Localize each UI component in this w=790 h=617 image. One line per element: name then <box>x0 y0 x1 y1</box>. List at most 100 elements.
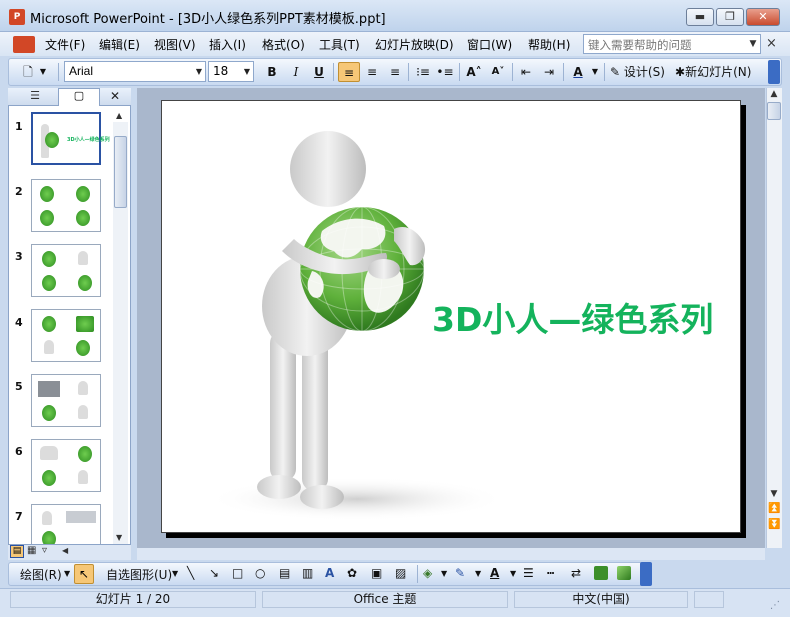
chevron-down-icon[interactable]: ▼ <box>510 569 516 578</box>
menu-insert[interactable]: 插入(I) <box>209 36 246 53</box>
editor-vertical-scrollbar[interactable] <box>766 88 782 548</box>
close-window-button[interactable]: ✕ <box>746 8 780 26</box>
new-document-icon[interactable]: 🗋 <box>18 62 38 82</box>
next-slide-icon[interactable]: ⏬ <box>768 519 780 530</box>
italic-button[interactable]: I <box>286 62 306 82</box>
menu-slideshow[interactable]: 幻灯片放映(D) <box>375 36 454 53</box>
chevron-down-icon[interactable]: ▼ <box>475 569 481 578</box>
new-slide-button[interactable]: ✱新幻灯片(N) <box>675 62 765 82</box>
increase-font-icon[interactable]: A˄ <box>463 62 485 82</box>
menu-help[interactable]: 帮助(H) <box>528 36 570 53</box>
scroll-down-icon[interactable]: ▼ <box>768 489 780 499</box>
oval-icon[interactable]: ○ <box>255 566 265 580</box>
line-color-icon[interactable]: ✎ <box>455 566 465 580</box>
insert-picture-icon[interactable]: ▨ <box>395 566 406 580</box>
previous-slide-icon[interactable]: ⏫ <box>768 503 780 514</box>
slide-number: 2 <box>15 185 23 198</box>
line-icon[interactable]: ╲ <box>187 566 194 580</box>
menu-tools[interactable]: 工具(T) <box>319 36 360 53</box>
slides-pane-scroll-thumb[interactable] <box>114 136 127 208</box>
slide-thumbnail-6[interactable] <box>31 439 101 492</box>
toolbar-options-button[interactable] <box>640 562 652 586</box>
design-label: 设计(S) <box>623 65 665 79</box>
editor-scroll-thumb[interactable] <box>767 102 781 120</box>
close-document-button[interactable]: × <box>766 36 777 51</box>
toolbar-options-button[interactable] <box>768 60 780 84</box>
chevron-down-icon[interactable]: ▼ <box>441 569 447 578</box>
normal-view-icon[interactable]: ▤ <box>10 545 24 558</box>
decrease-font-icon[interactable]: A˅ <box>487 62 509 82</box>
increase-indent-icon[interactable]: ⇥ <box>539 62 559 82</box>
slide-thumbnail-2[interactable] <box>31 179 101 232</box>
slide-number: 7 <box>15 510 23 523</box>
diagram-icon[interactable]: ✿ <box>347 566 357 580</box>
editor-horizontal-scrollbar[interactable] <box>137 548 765 560</box>
font-color-button[interactable]: A <box>568 62 588 82</box>
rectangle-icon[interactable]: □ <box>232 566 243 580</box>
chevron-down-icon[interactable]: ▼ <box>241 62 253 81</box>
toolbar-separator <box>604 63 605 81</box>
tab-outline[interactable]: ☰ <box>12 89 58 105</box>
chevron-down-icon[interactable]: ▼ <box>38 62 48 82</box>
fill-color-icon[interactable]: ◈ <box>423 566 432 580</box>
underline-button[interactable]: U <box>309 62 329 82</box>
scroll-down-icon[interactable]: ▼ <box>116 533 122 542</box>
menu-view[interactable]: 视图(V) <box>154 36 196 53</box>
align-left-icon[interactable]: ≡ <box>338 62 360 82</box>
document-icon[interactable] <box>13 36 35 53</box>
chevron-down-icon[interactable]: ▼ <box>64 569 70 578</box>
close-pane-button[interactable]: ✕ <box>110 89 120 103</box>
decrease-indent-icon[interactable]: ⇤ <box>516 62 536 82</box>
figure-icon <box>42 470 56 486</box>
textbox-icon[interactable]: ▤ <box>279 566 290 580</box>
restore-button[interactable]: ❐ <box>716 8 744 26</box>
scroll-up-icon[interactable]: ▲ <box>116 111 122 120</box>
slide-thumbnail-4[interactable] <box>31 309 101 362</box>
chevron-down-icon[interactable]: ▼ <box>590 62 600 82</box>
3d-style-icon[interactable] <box>617 566 631 580</box>
dash-style-icon[interactable]: ┅ <box>547 566 554 580</box>
tab-slides[interactable]: ▢ <box>58 88 100 106</box>
chevron-down-icon[interactable]: ▼ <box>193 62 205 81</box>
slideshow-icon[interactable]: ▿ <box>42 545 47 556</box>
shadow-style-icon[interactable] <box>594 566 608 580</box>
clipart-icon[interactable]: ▣ <box>371 566 382 580</box>
bullets-icon[interactable]: •≡ <box>435 62 455 82</box>
slide-thumbnail-7[interactable] <box>31 504 101 547</box>
toolbar-separator <box>512 63 513 81</box>
font-name-select[interactable]: Arial <box>64 61 206 82</box>
slide-thumbnail-3[interactable] <box>31 244 101 297</box>
design-icon: ✎ <box>610 65 621 79</box>
slide-thumbnail-1[interactable]: 3D小人—绿色系列 <box>31 112 110 165</box>
select-objects-icon[interactable]: ↖ <box>74 564 94 584</box>
slide-thumbnail-5[interactable] <box>31 374 101 427</box>
menu-format[interactable]: 格式(O) <box>262 36 305 53</box>
powerpoint-app-icon[interactable]: P <box>9 9 25 25</box>
chevron-down-icon[interactable]: ▼ <box>172 569 178 578</box>
minimize-button[interactable]: ▬ <box>686 8 714 26</box>
chevron-down-icon[interactable]: ▼ <box>747 35 759 53</box>
scroll-up-icon[interactable]: ▲ <box>768 89 780 99</box>
arrow-icon[interactable]: ↘ <box>209 566 219 580</box>
menu-window[interactable]: 窗口(W) <box>467 36 512 53</box>
numbering-icon[interactable]: ⁝≡ <box>413 62 433 82</box>
font-color-icon[interactable]: A <box>490 566 499 580</box>
arrow-style-icon[interactable]: ⇄ <box>571 566 581 580</box>
help-search-input[interactable]: 键入需要帮助的问题 <box>583 34 761 54</box>
vertical-textbox-icon[interactable]: ▥ <box>302 566 313 580</box>
align-center-icon[interactable]: ≡ <box>362 62 382 82</box>
slide-sorter-icon[interactable]: ▦ <box>27 545 36 556</box>
menu-edit[interactable]: 编辑(E) <box>99 36 140 53</box>
menu-file[interactable]: 文件(F) <box>45 36 85 53</box>
line-style-icon[interactable]: ☰ <box>523 566 534 580</box>
bold-button[interactable]: B <box>262 62 282 82</box>
slide-title[interactable]: 3D小人—绿色系列 <box>432 293 713 341</box>
wordart-icon[interactable]: A <box>325 566 334 580</box>
design-button[interactable]: ✎ 设计(S) <box>610 62 670 82</box>
scroll-left-icon[interactable]: ◀ <box>62 546 68 555</box>
resize-grip-icon[interactable]: ⋰ <box>770 600 780 611</box>
figure-icon <box>76 340 90 356</box>
draw-menu-button[interactable]: 绘图(R) <box>20 566 62 583</box>
align-right-icon[interactable]: ≡ <box>385 62 405 82</box>
autoshapes-menu-button[interactable]: 自选图形(U) <box>106 566 172 583</box>
